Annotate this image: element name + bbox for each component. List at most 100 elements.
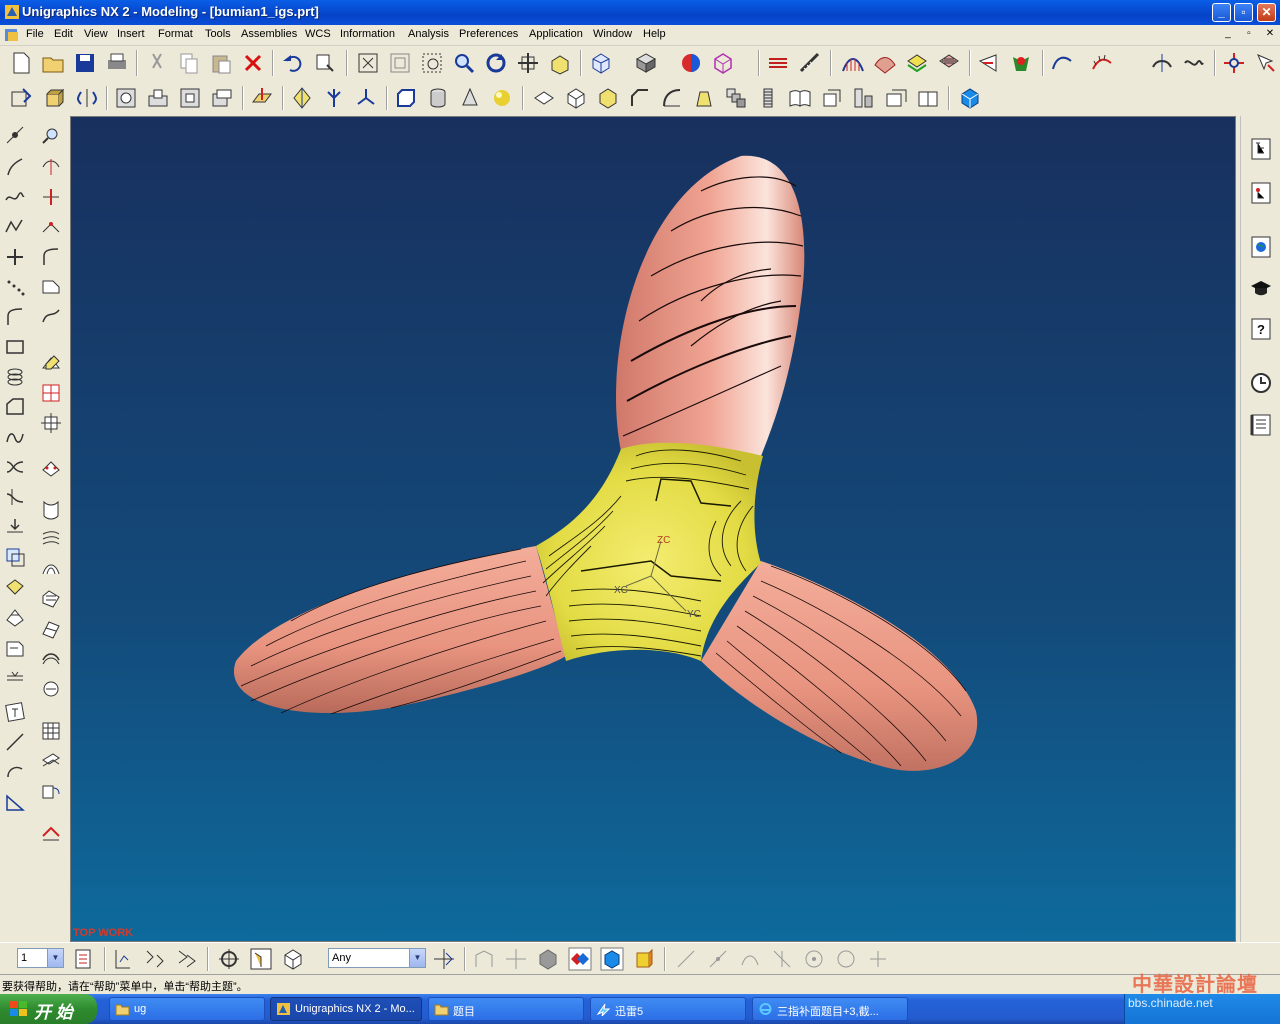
menu-view[interactable]: View xyxy=(84,28,108,40)
spline-icon[interactable] xyxy=(4,186,26,208)
menu-help[interactable]: Help xyxy=(643,28,666,40)
edit-arc-icon[interactable] xyxy=(40,246,62,268)
save-icon[interactable] xyxy=(73,51,97,75)
menu-insert[interactable]: Insert xyxy=(117,28,145,40)
help-icon[interactable]: ? xyxy=(1249,316,1273,342)
pan-icon[interactable] xyxy=(516,51,540,75)
maximize-button[interactable]: ▫ xyxy=(1234,3,1253,22)
enlarge-surface-icon[interactable] xyxy=(40,822,62,844)
work-layer-select[interactable]: 1 ▼ xyxy=(17,948,64,968)
helix-icon[interactable] xyxy=(4,366,26,388)
edge-blend-icon[interactable] xyxy=(596,86,620,110)
split-body-icon[interactable] xyxy=(916,86,940,110)
curve-corner-icon[interactable] xyxy=(40,216,62,238)
move-feature-icon[interactable] xyxy=(40,412,62,434)
bridge-curve-icon[interactable] xyxy=(4,426,26,448)
point-info-icon[interactable] xyxy=(1222,51,1246,75)
part-navigator-icon[interactable] xyxy=(958,86,982,110)
book-icon[interactable] xyxy=(788,86,812,110)
orient-view-icon[interactable] xyxy=(548,51,572,75)
select-bodies-icon[interactable] xyxy=(175,947,199,971)
ruled-surface-icon[interactable] xyxy=(40,498,62,520)
csys-arrows-icon[interactable] xyxy=(354,86,378,110)
zoom-icon[interactable] xyxy=(452,51,476,75)
cut-icon[interactable] xyxy=(145,51,169,75)
color-analysis-icon[interactable] xyxy=(1009,51,1033,75)
curve-length-icon[interactable] xyxy=(4,666,26,688)
feature-search-icon[interactable] xyxy=(40,124,62,146)
global-shaping-icon[interactable] xyxy=(40,780,62,802)
snap-cursor-icon[interactable] xyxy=(432,947,456,971)
measure-icon[interactable] xyxy=(798,51,822,75)
paste-icon[interactable] xyxy=(209,51,233,75)
select-features-icon[interactable] xyxy=(143,947,167,971)
n-sided-surface-icon[interactable] xyxy=(40,678,62,700)
extrude-icon[interactable] xyxy=(43,86,67,110)
view-orientation-icon[interactable] xyxy=(589,51,613,75)
taskbar-item-ie[interactable]: 三指补面题目+3,截... xyxy=(752,997,908,1021)
web-browser-icon[interactable] xyxy=(1249,234,1273,260)
select-face-icon[interactable] xyxy=(281,947,305,971)
offset-surface-icon[interactable] xyxy=(40,750,62,772)
join-curve-icon[interactable] xyxy=(4,456,26,478)
arc-icon[interactable] xyxy=(4,761,26,783)
type-filter-icon[interactable] xyxy=(111,947,135,971)
menu-format[interactable]: Format xyxy=(158,28,193,40)
history-icon[interactable] xyxy=(1249,370,1273,396)
repeat-command-icon[interactable] xyxy=(313,51,337,75)
datum-triangle-icon[interactable] xyxy=(4,791,26,813)
trim-curve-icon[interactable] xyxy=(40,156,62,178)
bridge-surface-icon[interactable] xyxy=(40,648,62,670)
block-icon[interactable] xyxy=(394,86,418,110)
reflection-icon[interactable] xyxy=(937,51,961,75)
face-curvature-icon[interactable] xyxy=(905,51,929,75)
through-points-icon[interactable] xyxy=(40,456,62,478)
instance-icon[interactable] xyxy=(724,86,748,110)
draft-analysis-icon[interactable] xyxy=(977,51,1001,75)
part-navigator-tab-icon[interactable] xyxy=(1249,180,1273,206)
fit-view-icon[interactable] xyxy=(356,51,380,75)
thread-icon[interactable] xyxy=(756,86,780,110)
new-file-icon[interactable] xyxy=(9,51,33,75)
project-curve-icon[interactable] xyxy=(4,486,26,508)
chevron-down-icon[interactable]: ▼ xyxy=(47,949,63,967)
intersect-curve-icon[interactable] xyxy=(4,546,26,568)
menu-information[interactable]: Information xyxy=(340,28,395,40)
object-info-icon[interactable] xyxy=(1254,51,1278,75)
snap-endpoint-icon[interactable] xyxy=(674,947,698,971)
menu-tools[interactable]: Tools xyxy=(205,28,231,40)
color-shading-icon[interactable] xyxy=(568,947,592,971)
layer-settings-icon[interactable] xyxy=(766,51,790,75)
sketch-icon[interactable] xyxy=(9,86,33,110)
graphics-viewport[interactable]: ZC XC YC TOP WORK xyxy=(70,116,1236,942)
datum-plane-icon[interactable] xyxy=(250,86,274,110)
shell-icon[interactable] xyxy=(532,86,556,110)
open-folder-icon[interactable] xyxy=(41,51,65,75)
menu-wcs[interactable]: WCS xyxy=(305,28,331,40)
mdi-minimize-button[interactable]: _ xyxy=(1220,27,1236,41)
surface-analysis-icon[interactable] xyxy=(873,51,897,75)
snap-point-icon[interactable] xyxy=(217,947,241,971)
trim-body-icon[interactable] xyxy=(884,86,908,110)
taskbar-item-xunlei[interactable]: 迅雷5 xyxy=(590,997,746,1021)
document-icon[interactable] xyxy=(4,28,20,42)
line-segment-icon[interactable] xyxy=(4,731,26,753)
cone-icon[interactable] xyxy=(458,86,482,110)
shaded-cube-icon[interactable] xyxy=(600,947,624,971)
cylinder-icon[interactable] xyxy=(426,86,450,110)
revolve-icon[interactable] xyxy=(75,86,99,110)
menu-edit[interactable]: Edit xyxy=(54,28,73,40)
menu-analysis[interactable]: Analysis xyxy=(408,28,449,40)
scale-icon[interactable] xyxy=(852,86,876,110)
menu-assemblies[interactable]: Assemblies xyxy=(241,28,297,40)
snap-control-icon[interactable] xyxy=(738,947,762,971)
deviation-icon[interactable] xyxy=(1182,51,1206,75)
start-button[interactable]: 开 始 xyxy=(0,994,97,1024)
taskbar-item-ug[interactable]: ug xyxy=(109,997,265,1021)
datum-axis-icon[interactable] xyxy=(290,86,314,110)
mdi-restore-button[interactable]: ▫ xyxy=(1241,27,1257,41)
solid-body-icon[interactable] xyxy=(536,947,560,971)
zoom-window-icon[interactable] xyxy=(388,51,412,75)
boss-icon[interactable] xyxy=(146,86,170,110)
training-icon[interactable] xyxy=(1249,276,1273,302)
